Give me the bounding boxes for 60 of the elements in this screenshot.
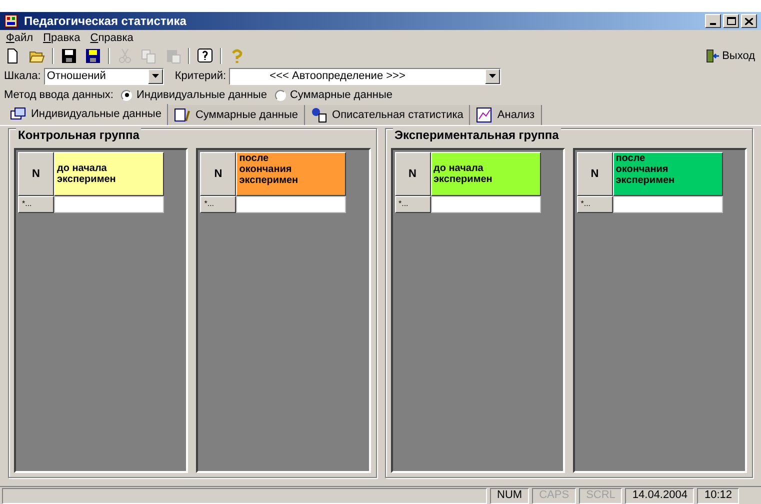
- windows-icon: [10, 106, 26, 122]
- minimize-button[interactable]: [705, 14, 721, 28]
- table-cell[interactable]: [236, 196, 346, 213]
- maximize-button[interactable]: [723, 14, 739, 28]
- row-marker: *...: [200, 196, 236, 213]
- group-title: Экспериментальная группа: [392, 128, 561, 142]
- column-header: после окончания эксперимен: [236, 152, 346, 196]
- tab[interactable]: Анализ: [470, 105, 542, 125]
- document-pen-icon: [174, 107, 190, 123]
- radio-button[interactable]: [121, 90, 132, 100]
- toolbar-button[interactable]: [84, 47, 102, 65]
- column-header: до начала эксперимен: [54, 152, 164, 196]
- column-header: N: [200, 152, 236, 196]
- criterion-label: Критерий:: [174, 68, 226, 84]
- column-header: после окончания эксперимен: [612, 152, 723, 196]
- column-header: N: [576, 152, 613, 196]
- row-marker: *...: [394, 196, 430, 213]
- floppy-icon: [85, 48, 101, 64]
- app-icon: [4, 14, 18, 28]
- tab[interactable]: Суммарные данные: [168, 105, 306, 125]
- info-document-icon: [311, 107, 328, 123]
- clipboard-icon: [165, 48, 181, 64]
- tab[interactable]: Описательная статистика: [305, 105, 470, 125]
- radio-option[interactable]: Индивидуальные данные: [121, 86, 267, 104]
- exit-button[interactable]: Выход: [706, 48, 757, 64]
- copy-icon: [141, 48, 157, 64]
- status-indicator: 14.04.2004: [625, 488, 694, 504]
- column-header: до начала эксперимен: [430, 152, 540, 196]
- close-icon: [745, 18, 753, 24]
- criterion-dropdown[interactable]: <<< Автоопределение >>>: [229, 68, 502, 84]
- status-indicator: NUM: [490, 488, 530, 504]
- toolbar-button[interactable]: [196, 47, 214, 65]
- column-header: N: [394, 152, 430, 196]
- question-box-icon: [197, 48, 213, 64]
- table-cell[interactable]: [612, 196, 723, 213]
- column-header: N: [18, 152, 54, 196]
- window-title: Педагогическая статистика: [24, 13, 188, 30]
- door-icon: [706, 49, 720, 63]
- radio-option[interactable]: Суммарные данные: [274, 86, 392, 104]
- question-mark-icon: [229, 48, 245, 64]
- menu-item[interactable]: Правка: [43, 30, 80, 46]
- close-button[interactable]: [741, 14, 757, 28]
- status-indicator: 10:12: [697, 488, 739, 504]
- row-marker: *...: [576, 196, 613, 213]
- menu-item[interactable]: Справка: [90, 30, 134, 46]
- group-title: Контрольная группа: [16, 128, 142, 142]
- table-cell[interactable]: [54, 196, 164, 213]
- table-cell[interactable]: [430, 196, 540, 213]
- radio-button[interactable]: [274, 90, 286, 100]
- maximize-icon: [726, 17, 736, 25]
- chart-icon: [476, 107, 492, 123]
- row-marker: *...: [18, 196, 54, 213]
- method-label: Метод ввода данных:: [4, 88, 114, 103]
- toolbar-button[interactable]: [60, 47, 78, 65]
- scale-label: Шкала:: [4, 68, 41, 84]
- scale-dropdown[interactable]: Отношений: [44, 68, 164, 84]
- scissors-icon: [117, 48, 133, 64]
- minimize-icon: [710, 23, 716, 25]
- floppy-icon: [61, 48, 77, 64]
- menu-item[interactable]: Файл: [6, 30, 34, 46]
